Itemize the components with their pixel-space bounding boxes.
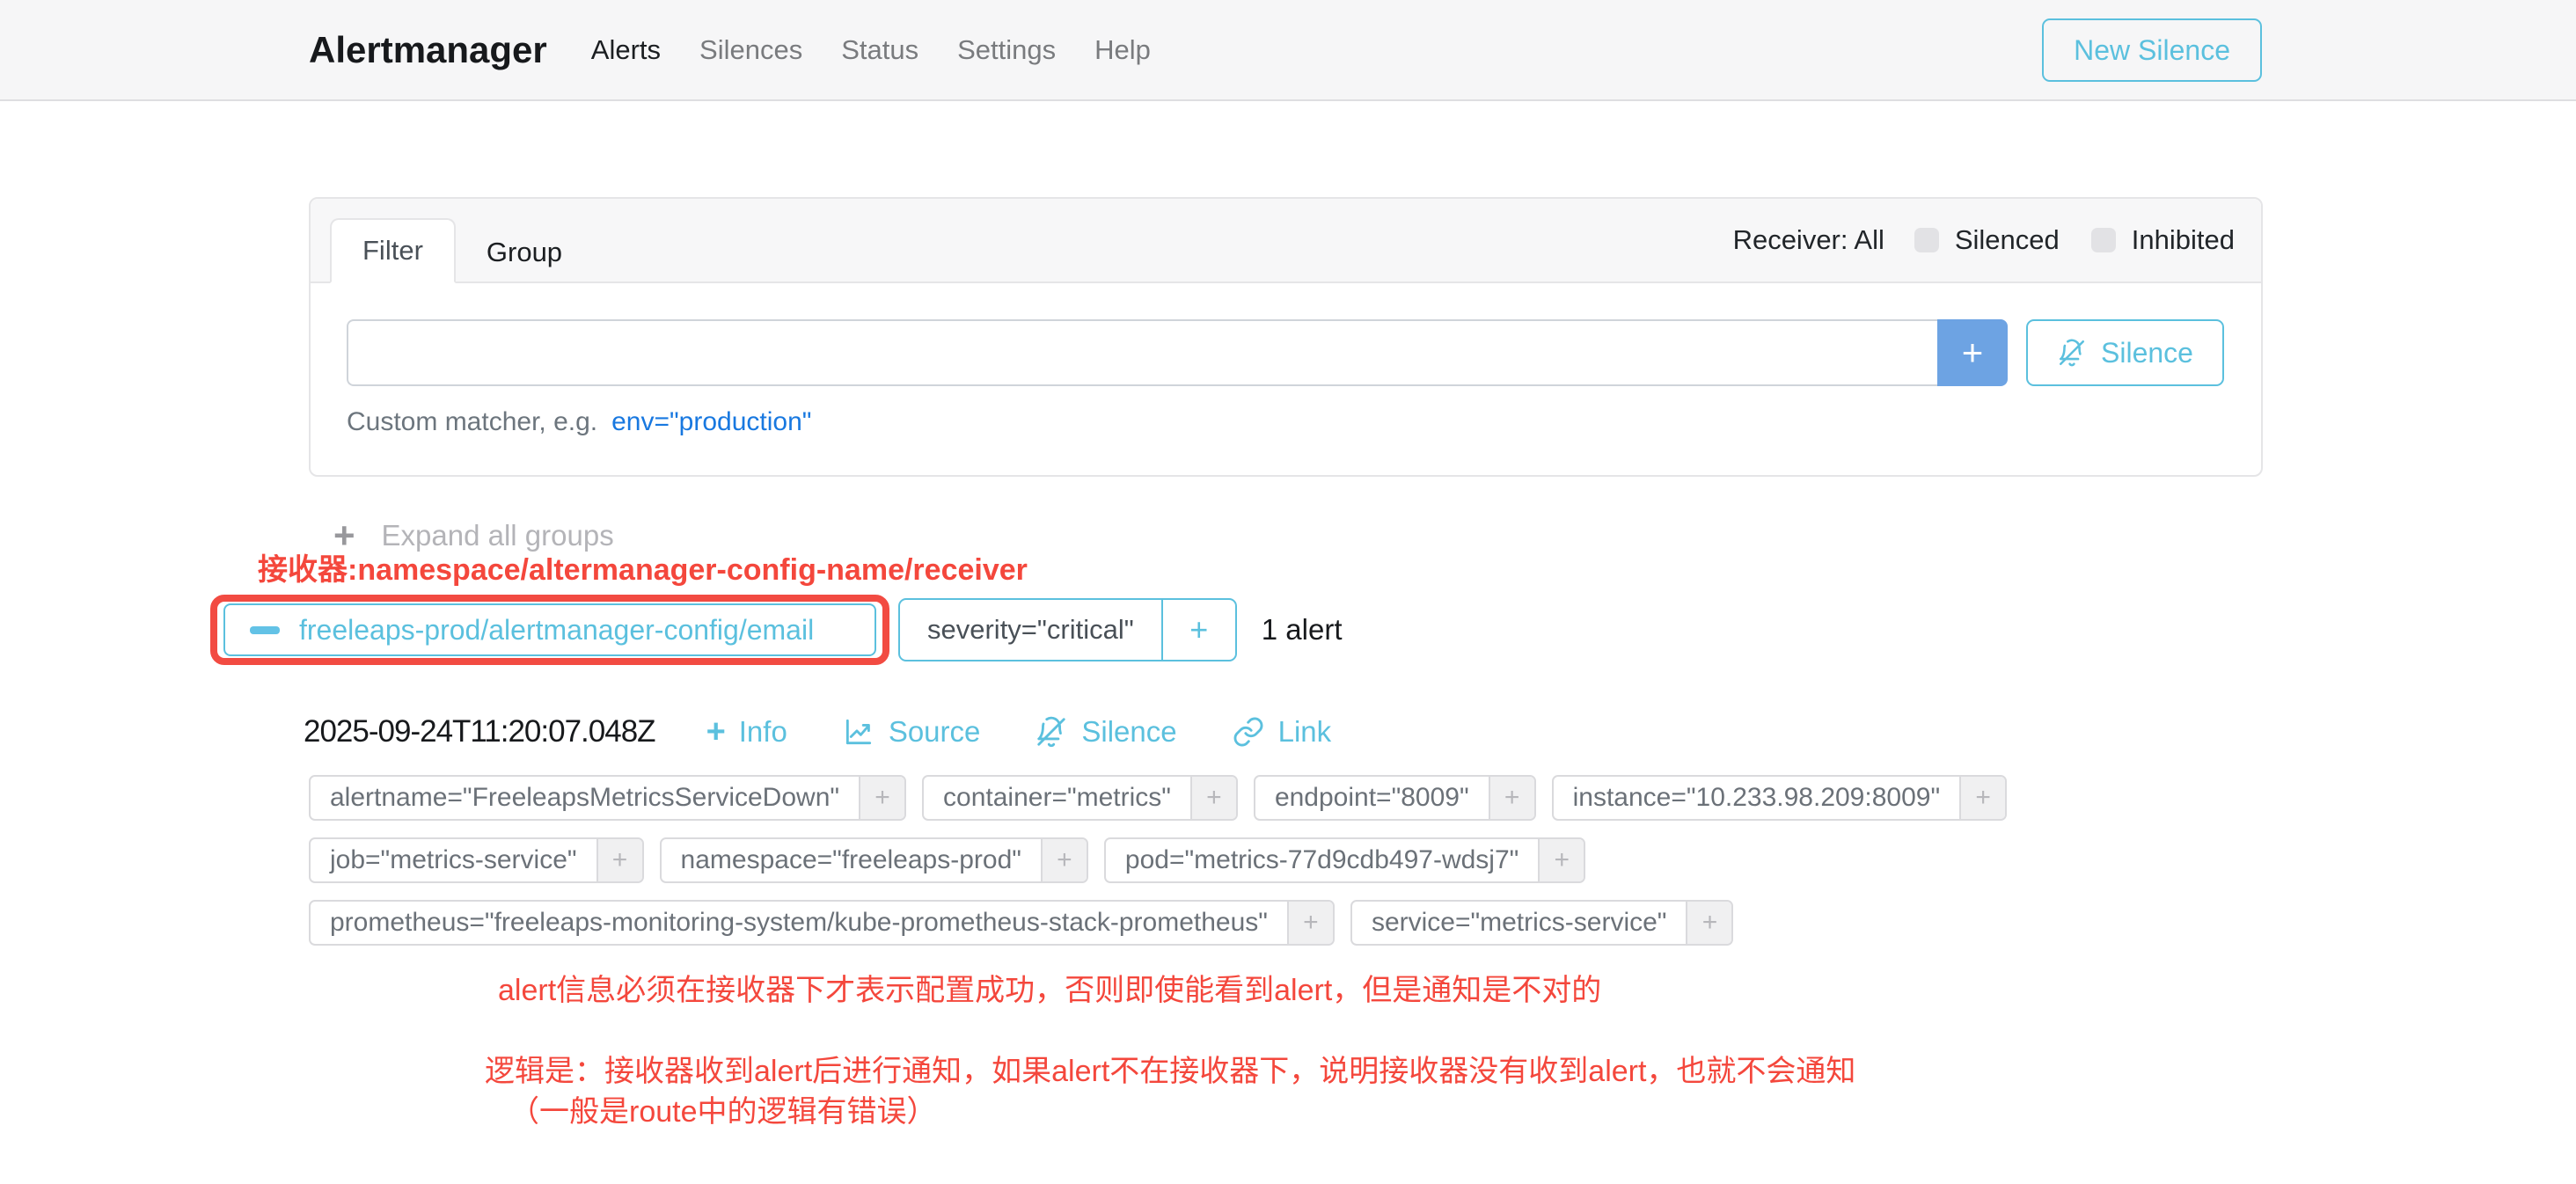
label-chip-text: service="metrics-service" bbox=[1352, 902, 1687, 944]
checkbox-inhibited[interactable] bbox=[2091, 228, 2116, 252]
tab-group[interactable]: Group bbox=[456, 222, 593, 283]
alert-labels: alertname="FreeleapsMetricsServiceDown"+… bbox=[309, 775, 2007, 962]
annotation-receiver-note: 接收器:namespace/altermanager-config-name/r… bbox=[258, 545, 1028, 588]
receiver-group-toggle-button[interactable]: freeleaps-prod/alertmanager-config/email bbox=[223, 603, 876, 656]
annotation-alert-note: alert信息必须在接收器下才表示配置成功，否则即使能看到alert，但是通知是… bbox=[498, 966, 1601, 1009]
receiver-group-row: freeleaps-prod/alertmanager-config/email… bbox=[210, 595, 1342, 665]
filter-card-header: FilterGroup Receiver: All Silenced Inhibi… bbox=[311, 199, 2261, 283]
label-chip: job="metrics-service"+ bbox=[309, 837, 644, 883]
label-chip: instance="10.233.98.209:8009"+ bbox=[1552, 775, 2007, 821]
label-chip: alertname="FreeleapsMetricsServiceDown"+ bbox=[309, 775, 906, 821]
minus-icon bbox=[250, 626, 280, 634]
label-chip: pod="metrics-77d9cdb497-wdsj7"+ bbox=[1104, 837, 1585, 883]
alert-action-source[interactable]: Source bbox=[842, 715, 981, 749]
nav-item-status[interactable]: Status bbox=[841, 34, 918, 66]
add-label-filter-button[interactable]: + bbox=[1489, 777, 1534, 819]
add-group-matcher-button[interactable]: + bbox=[1161, 600, 1235, 660]
hint-example-link[interactable]: env="production" bbox=[611, 407, 811, 436]
alert-timestamp: 2025-09-24T11:20:07.048Z bbox=[304, 714, 655, 749]
alert-count: 1 alert bbox=[1262, 613, 1343, 647]
add-label-filter-button[interactable]: + bbox=[1959, 777, 2005, 819]
state-filter-checkboxes: Silenced Inhibited bbox=[1914, 224, 2235, 256]
receiver-filter-label[interactable]: Receiver: All bbox=[1733, 224, 1884, 256]
label-chip: namespace="freeleaps-prod"+ bbox=[660, 837, 1088, 883]
label-chip: prometheus="freeleaps-monitoring-system/… bbox=[309, 900, 1335, 946]
annotation-highlight-box: freeleaps-prod/alertmanager-config/email bbox=[210, 595, 889, 665]
add-label-filter-button[interactable]: + bbox=[1041, 839, 1087, 881]
new-silence-button[interactable]: New Silence bbox=[2042, 18, 2262, 82]
annotation-logic-note-line2: （一般是route中的逻辑有错误） bbox=[509, 1087, 937, 1130]
alert-action-info[interactable]: + Info bbox=[706, 715, 787, 749]
add-label-filter-button[interactable]: + bbox=[859, 777, 904, 819]
alert-action-label: Source bbox=[889, 715, 981, 749]
filter-tabs: FilterGroup bbox=[330, 199, 593, 283]
receiver-group-name: freeleaps-prod/alertmanager-config/email bbox=[299, 614, 814, 647]
matcher-input[interactable] bbox=[347, 319, 1937, 386]
bell-slash-icon bbox=[2057, 338, 2087, 368]
label-chip-text: prometheus="freeleaps-monitoring-system/… bbox=[311, 902, 1287, 944]
label-chip: service="metrics-service"+ bbox=[1350, 900, 1734, 946]
chart-icon bbox=[842, 715, 875, 749]
checkbox-group-silenced[interactable]: Silenced bbox=[1914, 224, 2060, 256]
add-label-filter-button[interactable]: + bbox=[596, 839, 642, 881]
link-icon bbox=[1232, 715, 1265, 749]
alert-action-label: Info bbox=[739, 715, 787, 749]
app-brand[interactable]: Alertmanager bbox=[309, 29, 547, 71]
label-chip-text: instance="10.233.98.209:8009" bbox=[1554, 777, 1959, 819]
nav-item-settings[interactable]: Settings bbox=[957, 34, 1056, 66]
label-chip-row: prometheus="freeleaps-monitoring-system/… bbox=[309, 900, 2007, 946]
add-matcher-button[interactable]: + bbox=[1937, 319, 2008, 386]
checkbox-label: Silenced bbox=[1955, 224, 2060, 256]
add-label-filter-button[interactable]: + bbox=[1686, 902, 1731, 944]
alert-action-silence[interactable]: Silence bbox=[1035, 715, 1176, 749]
nav-menu: Alerts Silences Status Settings Help bbox=[591, 34, 1151, 66]
annotation-logic-note-line1: 逻辑是：接收器收到alert后进行通知，如果alert不在接收器下，说明接收器没… bbox=[485, 1047, 1855, 1090]
nav-item-silences[interactable]: Silences bbox=[699, 34, 802, 66]
silence-button-label: Silence bbox=[2101, 337, 2193, 369]
bell-slash-icon bbox=[1035, 715, 1068, 749]
alert-action-label: Silence bbox=[1081, 715, 1176, 749]
silence-from-filter-button[interactable]: Silence bbox=[2026, 319, 2224, 386]
group-matcher-label: severity="critical" bbox=[900, 600, 1161, 660]
label-chip-text: pod="metrics-77d9cdb497-wdsj7" bbox=[1106, 839, 1538, 881]
filter-header-controls: Receiver: All Silenced Inhibited bbox=[1733, 199, 2235, 281]
label-chip-text: endpoint="8009" bbox=[1255, 777, 1489, 819]
nav-item-alerts[interactable]: Alerts bbox=[591, 34, 661, 66]
group-matcher-chip: severity="critical" + bbox=[898, 598, 1237, 661]
label-chip: endpoint="8009"+ bbox=[1254, 775, 1536, 821]
navbar: Alertmanager Alerts Silences Status Setting… bbox=[0, 0, 2576, 101]
alert-header: 2025-09-24T11:20:07.048Z + Info Source Sile… bbox=[304, 714, 1331, 749]
label-chip-text: namespace="freeleaps-prod" bbox=[662, 839, 1041, 881]
checkbox-label: Inhibited bbox=[2132, 224, 2235, 256]
plus-icon: + bbox=[706, 719, 726, 745]
alert-action-label: Link bbox=[1278, 715, 1332, 749]
nav-item-help[interactable]: Help bbox=[1094, 34, 1151, 66]
matcher-input-row: + Silence bbox=[347, 319, 2224, 386]
filter-card: FilterGroup Receiver: All Silenced Inhibi… bbox=[309, 197, 2263, 477]
checkbox-silenced[interactable] bbox=[1914, 228, 1939, 252]
filter-card-body: + Silence Custom matcher, e bbox=[311, 283, 2261, 437]
checkbox-group-inhibited[interactable]: Inhibited bbox=[2091, 224, 2235, 256]
page: Alertmanager Alerts Silences Status Setting… bbox=[0, 0, 2576, 1184]
hint-text: Custom matcher, e.g. bbox=[347, 407, 597, 436]
add-label-filter-button[interactable]: + bbox=[1538, 839, 1584, 881]
label-chip: container="metrics"+ bbox=[922, 775, 1238, 821]
add-label-filter-button[interactable]: + bbox=[1190, 777, 1236, 819]
add-label-filter-button[interactable]: + bbox=[1287, 902, 1333, 944]
label-chip-text: alertname="FreeleapsMetricsServiceDown" bbox=[311, 777, 859, 819]
label-chip-row: job="metrics-service"+namespace="freelea… bbox=[309, 837, 2007, 883]
label-chip-text: container="metrics" bbox=[924, 777, 1190, 819]
alert-action-link[interactable]: Link bbox=[1232, 715, 1332, 749]
label-chip-row: alertname="FreeleapsMetricsServiceDown"+… bbox=[309, 775, 2007, 821]
tab-filter[interactable]: Filter bbox=[330, 218, 456, 283]
label-chip-text: job="metrics-service" bbox=[311, 839, 596, 881]
matcher-hint: Custom matcher, e.g. env="production" bbox=[347, 407, 2224, 437]
alert-actions: + Info Source Silence Link bbox=[706, 715, 1332, 749]
